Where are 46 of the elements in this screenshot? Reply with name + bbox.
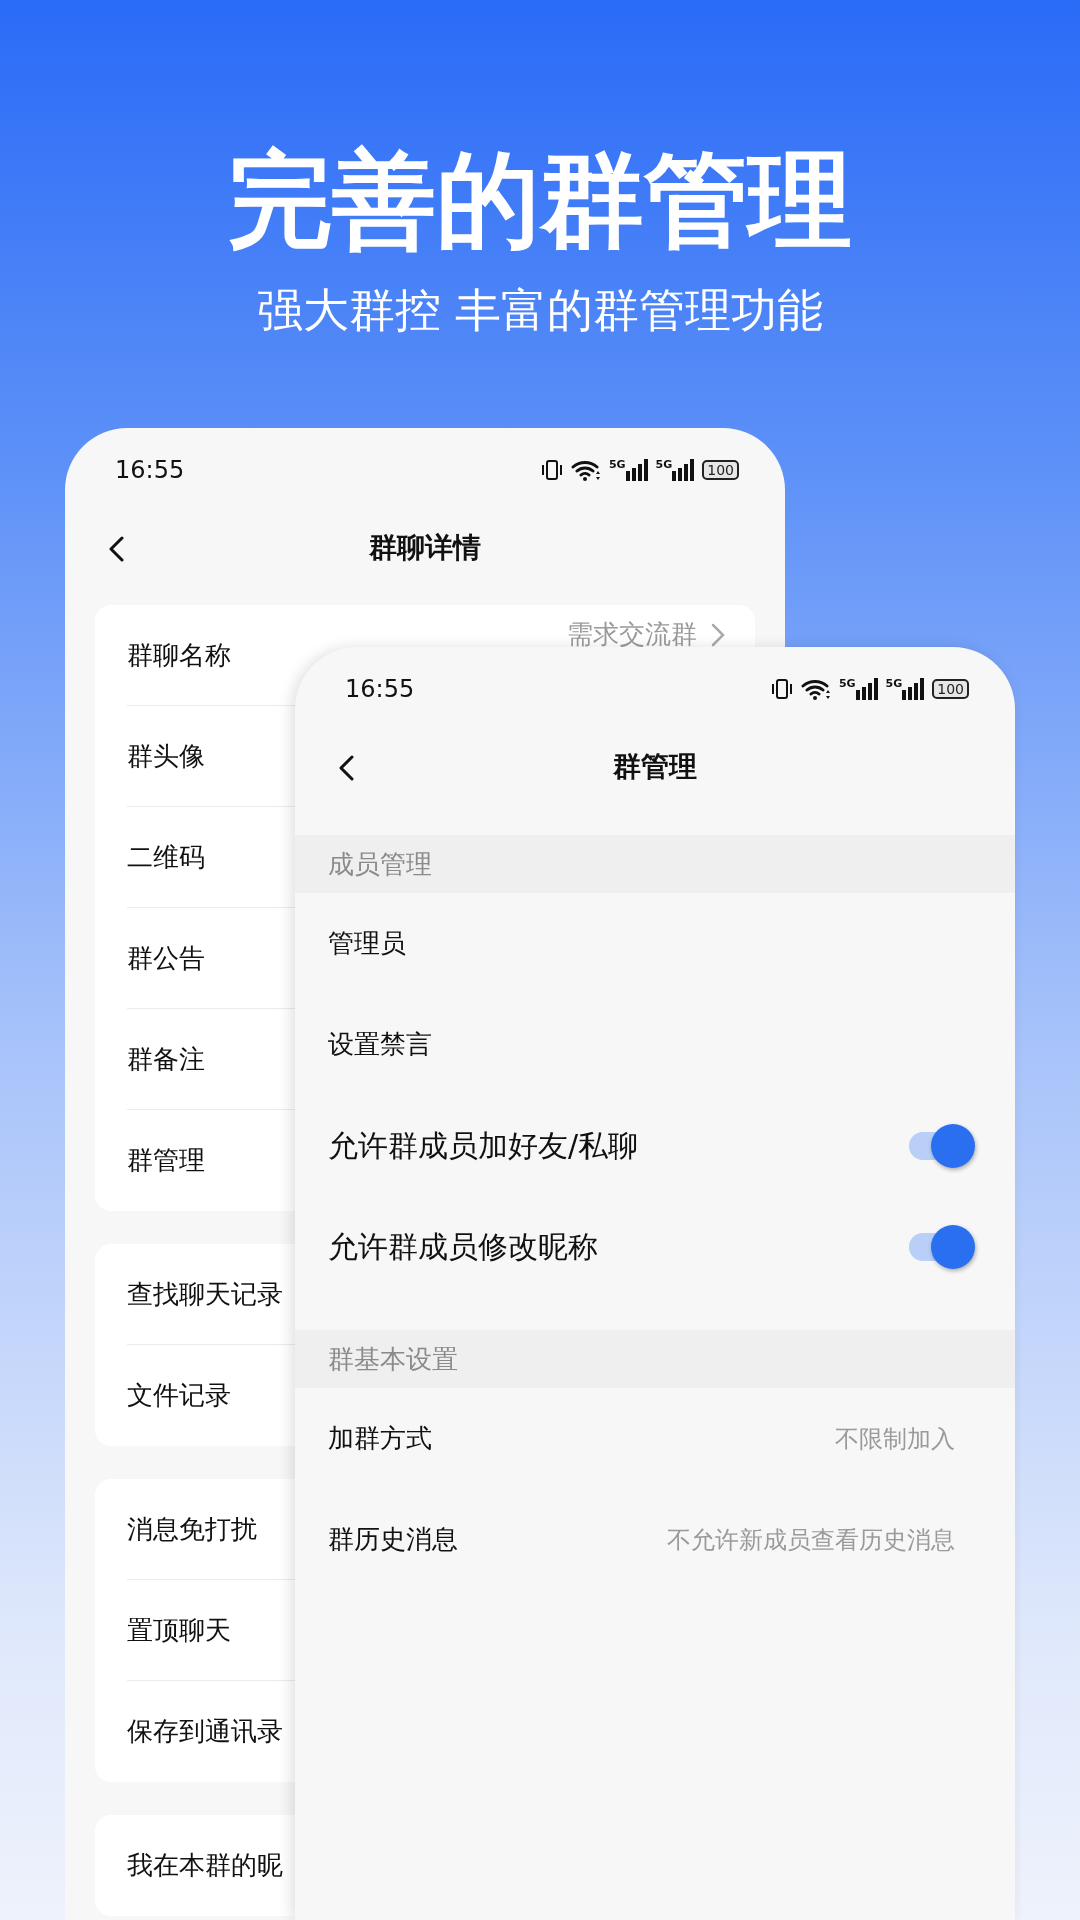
toggle-switch[interactable] (909, 1123, 975, 1168)
toggle-switch[interactable] (909, 1224, 975, 1269)
battery-indicator: 100 (932, 679, 969, 699)
setting-label[interactable]: 消息免打扰 (127, 1509, 257, 1549)
status-time: 16:55 (345, 674, 415, 705)
setting-label[interactable]: 群公告 (127, 938, 205, 978)
setting-label[interactable]: 保存到通讯录 (127, 1712, 283, 1751)
setting-label[interactable]: 群聊名称 (127, 635, 231, 675)
signal-icon (902, 678, 925, 700)
setting-label[interactable]: 群头像 (127, 736, 205, 776)
wifi-icon (570, 459, 601, 481)
signal-icon (855, 678, 878, 700)
screen-title: 群管理 (613, 749, 697, 785)
network-label: 5G (608, 459, 626, 470)
setting-label[interactable]: 二维码 (127, 837, 205, 877)
setting-label[interactable]: 允许群成员修改昵称 (328, 1224, 598, 1269)
network-label: 5G (885, 678, 903, 689)
setting-label[interactable]: 查找聊天记录 (127, 1274, 283, 1314)
signal-icon (672, 459, 695, 481)
vibrate-icon (540, 459, 563, 481)
signal-icon (625, 459, 648, 481)
setting-label[interactable]: 群管理 (127, 1141, 205, 1180)
setting-label[interactable]: 群备注 (127, 1039, 205, 1079)
setting-label[interactable]: 加群方式 (328, 1419, 432, 1458)
screen-title: 群聊详情 (369, 530, 481, 566)
section-title: 群基本设置 (328, 1342, 458, 1376)
subheadline: 强大群控 丰富的群管理功能 (256, 282, 824, 338)
setting-label[interactable]: 置顶聊天 (127, 1610, 231, 1650)
network-label: 5G (655, 459, 673, 470)
setting-label[interactable]: 群历史消息 (328, 1520, 458, 1559)
setting-label[interactable]: 允许群成员加好友/私聊 (328, 1123, 639, 1168)
setting-label[interactable]: 我在本群的昵 (127, 1846, 283, 1885)
section-title: 成员管理 (328, 847, 432, 881)
vibrate-icon (770, 678, 793, 700)
setting-value: 不允许新成员查看历史消息 (667, 1524, 955, 1556)
setting-value: 不限制加入 (835, 1423, 955, 1455)
setting-label[interactable]: 设置禁言 (328, 1025, 432, 1064)
wifi-icon (800, 678, 831, 700)
headline: 完善的群管理 (228, 138, 852, 263)
setting-value: 需求交流群 (567, 618, 697, 651)
battery-indicator: 100 (702, 460, 739, 480)
setting-label[interactable]: 管理员 (328, 924, 406, 963)
network-label: 5G (838, 678, 856, 689)
setting-label[interactable]: 文件记录 (127, 1376, 231, 1415)
status-time: 16:55 (115, 455, 185, 486)
chevron-right-icon (711, 622, 725, 647)
